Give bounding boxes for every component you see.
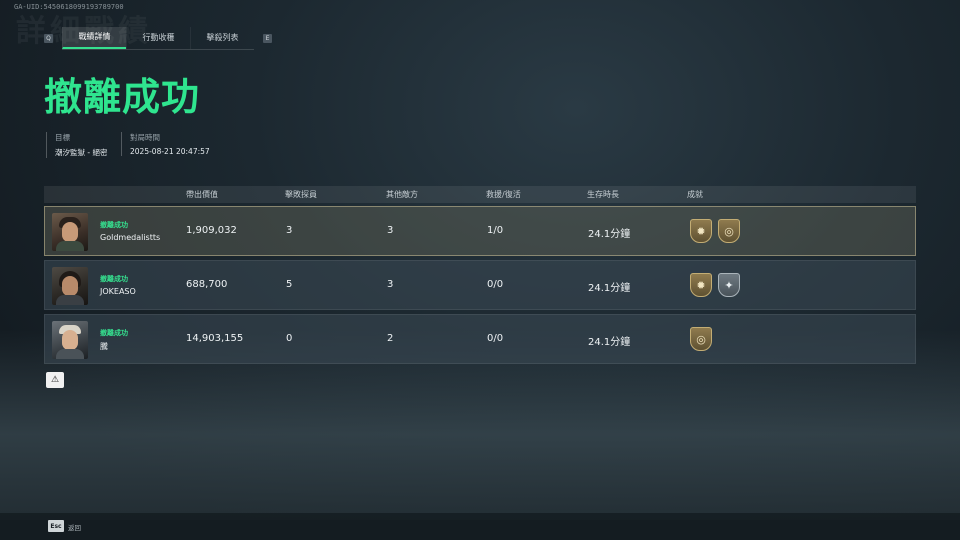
footer-bar: Esc 返回 — [0, 513, 960, 540]
back-label[interactable]: 返回 — [68, 522, 81, 532]
esc-key-hint[interactable]: Esc — [48, 520, 64, 532]
extract-status: 撤離成功 — [100, 329, 128, 337]
tab-navigation: Q 戰績詳情 行動收穫 擊殺列表 E — [44, 26, 272, 50]
table-row[interactable]: 撤離成功 騰 14,903,155 0 2 0/0 24.1分鐘 ◎ — [44, 314, 916, 364]
gold-sun-badge-icon[interactable]: ✹ — [690, 219, 712, 243]
gold-sun-badge-icon[interactable]: ✹ — [690, 273, 712, 297]
other-enemies: 2 — [387, 333, 394, 344]
rescue-revive: 1/0 — [487, 225, 504, 236]
survival-time: 24.1分鐘 — [588, 337, 631, 348]
time-label: 對局時間 — [130, 133, 160, 142]
player-name: 騰 — [100, 342, 108, 351]
tab-action-rewards[interactable]: 行動收穫 — [126, 26, 190, 49]
gold-target-badge-icon[interactable]: ◎ — [718, 219, 740, 243]
silver-star-badge-icon[interactable]: ✦ — [718, 273, 740, 297]
table-row[interactable]: 撤離成功 JOKEASO 688,700 5 3 0/0 24.1分鐘 ✹ ✦ — [44, 260, 916, 310]
extract-value: 1,909,032 — [186, 225, 237, 236]
target-label: 目標 — [55, 133, 70, 142]
player-avatar — [52, 267, 88, 305]
extract-status: 撤離成功 — [100, 221, 128, 229]
survival-time: 24.1分鐘 — [588, 229, 631, 240]
operators-defeated: 0 — [286, 333, 293, 344]
header-extract-value: 帶出價值 — [186, 190, 218, 199]
extract-value: 688,700 — [186, 279, 228, 290]
rescue-revive: 0/0 — [487, 333, 504, 344]
report-warning-icon[interactable]: ⚠ — [46, 372, 64, 388]
stats-table: 帶出價值 擊敗探員 其他敵方 救援/復活 生存時長 成就 撤離成功 Goldme… — [44, 186, 916, 364]
tab-bar: 戰績詳情 行動收穫 擊殺列表 — [62, 26, 254, 50]
match-time-info: 對局時間 2025-08-21 20:47:57 — [121, 132, 210, 156]
survival-time: 24.1分鐘 — [588, 283, 631, 294]
gold-target-badge-icon[interactable]: ◎ — [690, 327, 712, 351]
player-avatar — [52, 213, 88, 251]
operators-defeated: 3 — [286, 225, 293, 236]
player-name: Goldmedalistts — [100, 233, 161, 242]
extract-status: 撤離成功 — [100, 275, 128, 283]
tab-match-details[interactable]: 戰績詳情 — [62, 26, 126, 49]
target-info: 目標 潮汐監獄 - 絕密 — [46, 132, 107, 158]
other-enemies: 3 — [387, 279, 394, 290]
operators-defeated: 5 — [286, 279, 293, 290]
q-key-hint[interactable]: Q — [44, 33, 53, 43]
e-key-hint[interactable]: E — [263, 33, 272, 43]
header-survival-time: 生存時長 — [587, 190, 619, 199]
header-other-enemies: 其他敵方 — [386, 190, 418, 199]
other-enemies: 3 — [387, 225, 394, 236]
header-rescue-revive: 救援/復活 — [486, 190, 521, 199]
tab-kill-list[interactable]: 擊殺列表 — [190, 26, 254, 49]
result-title: 撤離成功 — [44, 75, 201, 119]
game-uid: GA-UID:5450618099193789700 — [14, 3, 124, 11]
time-value: 2025-08-21 20:47:57 — [130, 147, 210, 156]
header-operators-defeated: 擊敗探員 — [285, 190, 317, 199]
extract-value: 14,903,155 — [186, 333, 244, 344]
rescue-revive: 0/0 — [487, 279, 504, 290]
target-value: 潮汐監獄 - 絕密 — [55, 148, 108, 157]
player-avatar — [52, 321, 88, 359]
player-name: JOKEASO — [100, 287, 136, 296]
header-achievements: 成就 — [687, 190, 703, 199]
table-row[interactable]: 撤離成功 Goldmedalistts 1,909,032 3 3 1/0 24… — [44, 206, 916, 256]
table-header: 帶出價值 擊敗探員 其他敵方 救援/復活 生存時長 成就 — [44, 186, 916, 203]
